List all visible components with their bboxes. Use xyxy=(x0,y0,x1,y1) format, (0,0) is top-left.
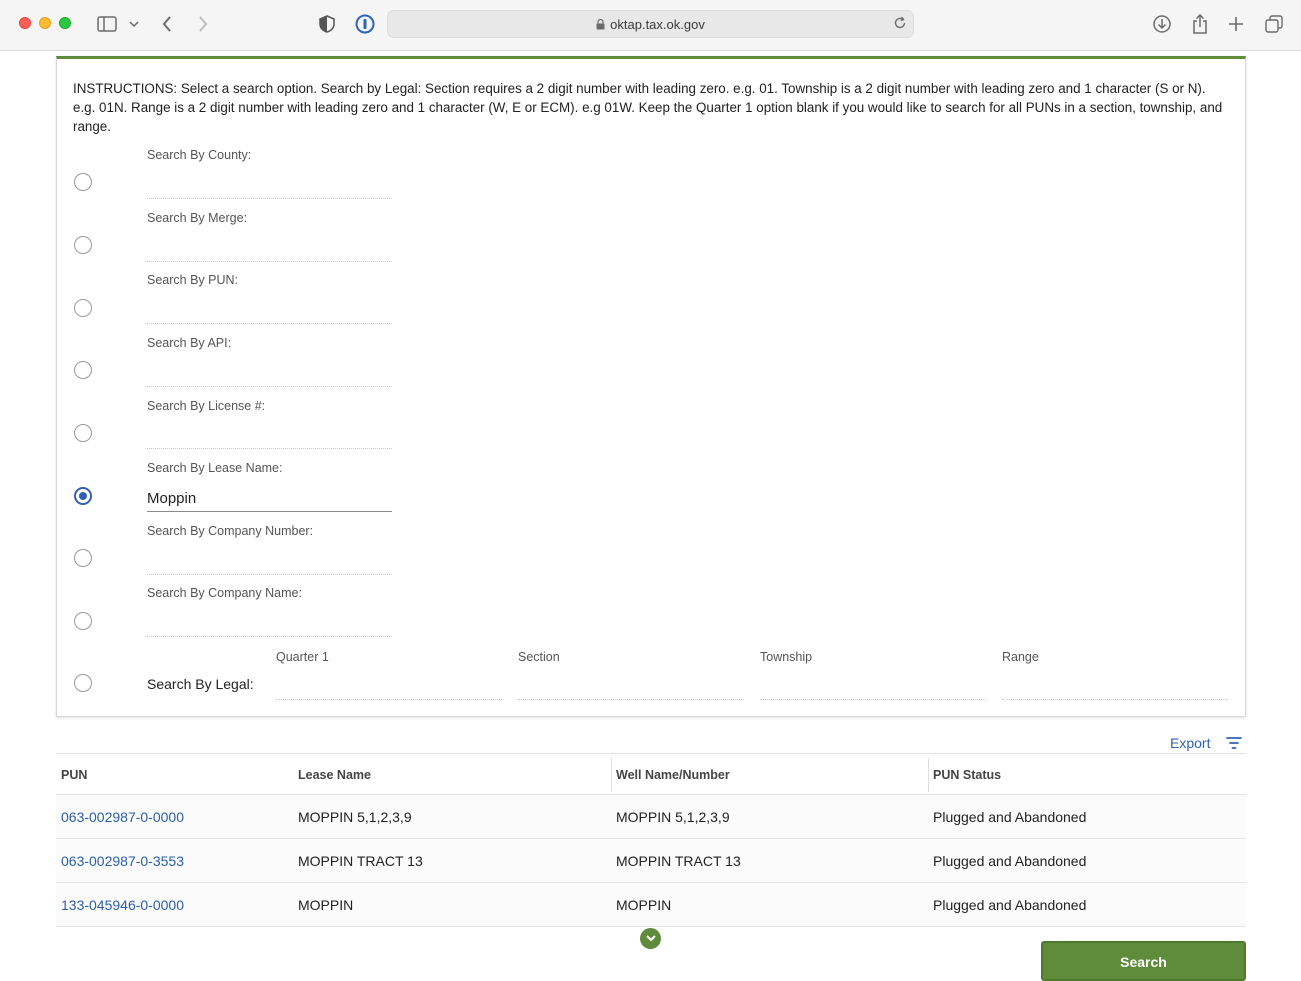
forward-icon[interactable] xyxy=(194,12,212,36)
instructions-text: INSTRUCTIONS: Select a search option. Se… xyxy=(73,81,1223,134)
lease-name-cell: MOPPIN TRACT 13 xyxy=(298,853,423,869)
downloads-icon[interactable] xyxy=(1151,12,1173,36)
radio-search-by-company-name[interactable] xyxy=(74,612,92,630)
range-input[interactable] xyxy=(1002,673,1228,700)
pun-link[interactable]: 063-002987-0-3553 xyxy=(61,853,184,869)
label-search-by-merge: Search By Merge: xyxy=(147,211,248,225)
results-table: PUN Lease Name Well Name/Number PUN Stat… xyxy=(56,753,1246,927)
radio-search-by-legal[interactable] xyxy=(74,674,92,692)
pun-status-cell: Plugged and Abandoned xyxy=(933,897,1087,913)
label-search-by-company-number: Search By Company Number: xyxy=(147,524,314,538)
search-form-panel: INSTRUCTIONS: Select a search option. Se… xyxy=(56,56,1246,717)
url-text: oktap.tax.ok.gov xyxy=(610,17,705,32)
column-header-pun-status[interactable]: PUN Status xyxy=(933,768,1001,782)
label-search-by-license: Search By License #: xyxy=(147,399,266,413)
chevron-down-icon[interactable] xyxy=(128,12,140,36)
label-search-by-lease-name: Search By Lease Name: xyxy=(147,461,283,475)
sidebar-toggle-icon[interactable] xyxy=(96,12,118,36)
chevron-down-icon xyxy=(645,935,656,942)
township-input[interactable] xyxy=(760,673,986,700)
pun-link[interactable]: 133-045946-0-0000 xyxy=(61,897,184,913)
table-header: PUN Lease Name Well Name/Number PUN Stat… xyxy=(56,753,1246,795)
table-row: 133-045946-0-0000 MOPPIN MOPPIN Plugged … xyxy=(56,883,1246,927)
section-input[interactable] xyxy=(518,673,744,700)
column-header-pun[interactable]: PUN xyxy=(61,768,87,782)
label-quarter-1: Quarter 1 xyxy=(276,650,329,664)
table-row: 063-002987-0-0000 MOPPIN 5,1,2,3,9 MOPPI… xyxy=(56,795,1246,839)
column-header-well-name[interactable]: Well Name/Number xyxy=(616,768,730,782)
label-search-by-county: Search By County: xyxy=(147,148,252,162)
quarter-1-input[interactable] xyxy=(276,673,502,700)
company-number-input[interactable] xyxy=(147,549,392,575)
minimize-window-button[interactable] xyxy=(39,17,51,29)
label-section: Section xyxy=(518,650,560,664)
radio-search-by-license[interactable] xyxy=(74,424,92,442)
well-name-cell: MOPPIN 5,1,2,3,9 xyxy=(616,809,730,825)
lock-icon xyxy=(596,18,605,33)
radio-search-by-api[interactable] xyxy=(74,361,92,379)
new-tab-icon[interactable] xyxy=(1226,12,1246,36)
zoom-window-button[interactable] xyxy=(59,17,71,29)
pun-input[interactable] xyxy=(147,298,392,324)
api-input[interactable] xyxy=(147,361,392,387)
label-search-by-pun: Search By PUN: xyxy=(147,273,239,287)
radio-search-by-merge[interactable] xyxy=(74,236,92,254)
tab-overview-icon[interactable] xyxy=(1263,12,1285,36)
reload-icon[interactable] xyxy=(893,16,907,35)
lease-name-cell: MOPPIN xyxy=(298,897,354,913)
radio-search-by-pun[interactable] xyxy=(74,299,92,317)
address-bar[interactable]: oktap.tax.ok.gov xyxy=(387,10,914,38)
table-row: 063-002987-0-3553 MOPPIN TRACT 13 MOPPIN… xyxy=(56,839,1246,883)
merge-input[interactable] xyxy=(147,236,392,262)
label-search-by-company-name: Search By Company Name: xyxy=(147,586,302,600)
radio-search-by-lease-name[interactable] xyxy=(74,487,92,505)
export-link[interactable]: Export xyxy=(1170,735,1210,751)
column-divider xyxy=(928,758,929,792)
label-township: Township xyxy=(760,650,813,664)
radio-search-by-county[interactable] xyxy=(74,173,92,191)
close-window-button[interactable] xyxy=(19,17,31,29)
well-name-cell: MOPPIN TRACT 13 xyxy=(616,853,741,869)
radio-search-by-company-number[interactable] xyxy=(74,549,92,567)
back-icon[interactable] xyxy=(158,12,176,36)
company-name-input[interactable] xyxy=(147,611,392,637)
share-icon[interactable] xyxy=(1189,12,1211,36)
pun-status-cell: Plugged and Abandoned xyxy=(933,809,1087,825)
well-name-cell: MOPPIN xyxy=(616,897,672,913)
label-range: Range xyxy=(1002,650,1039,664)
password-manager-icon[interactable] xyxy=(354,12,376,36)
label-search-by-api: Search By API: xyxy=(147,336,232,350)
county-input[interactable] xyxy=(147,173,392,199)
pun-link[interactable]: 063-002987-0-0000 xyxy=(61,809,184,825)
scroll-down-button[interactable] xyxy=(640,928,661,949)
license-input[interactable] xyxy=(147,423,392,449)
lease-name-cell: MOPPIN 5,1,2,3,9 xyxy=(298,809,412,825)
column-header-lease-name[interactable]: Lease Name xyxy=(298,768,371,782)
browser-toolbar: oktap.tax.ok.gov xyxy=(0,0,1301,51)
pun-status-cell: Plugged and Abandoned xyxy=(933,853,1087,869)
search-button[interactable]: Search xyxy=(1041,941,1246,981)
lease-name-input[interactable] xyxy=(147,486,392,512)
column-divider xyxy=(611,758,612,792)
label-search-by-legal: Search By Legal: xyxy=(147,676,254,692)
privacy-shield-icon[interactable] xyxy=(316,12,338,36)
